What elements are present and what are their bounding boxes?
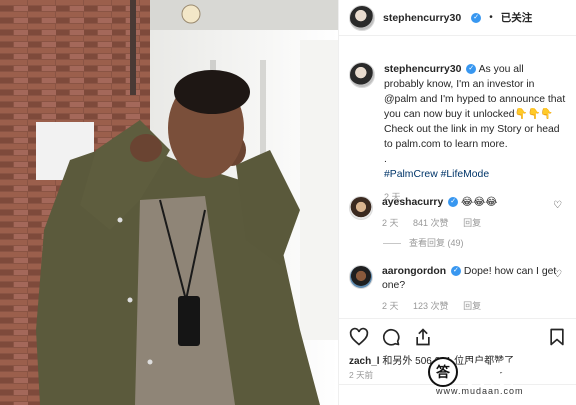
comment-like-heart-icon[interactable]: ♡ <box>553 200 562 211</box>
verified-badge-icon: ✓ <box>450 266 461 277</box>
verified-badge-icon: ✓ <box>471 12 482 23</box>
comment-text: 😂😂😂 <box>461 197 498 208</box>
comment-like-heart-icon[interactable]: ♡ <box>553 269 562 280</box>
site-watermark: 答 答案 <box>428 354 516 389</box>
post-actions <box>339 318 576 354</box>
heart-icon[interactable] <box>349 327 369 347</box>
caption-username[interactable]: stephencurry30 <box>384 64 461 75</box>
verified-badge-icon: ✓ <box>466 64 477 75</box>
caption-avatar[interactable] <box>349 62 375 88</box>
post-sidebar: stephencurry30 ✓ • 已关注 stephencurry30 ✓ … <box>338 0 576 405</box>
header-separator: • <box>489 12 493 23</box>
comment-likes[interactable]: 841 次赞 <box>413 218 449 228</box>
caption-hashtags[interactable]: #PalmCrew #LifeMode <box>384 167 566 182</box>
bookmark-icon[interactable] <box>547 327 567 347</box>
caption-dot: . <box>384 154 387 165</box>
post-photo <box>0 0 338 405</box>
watermark-text: 答案 <box>464 361 516 389</box>
watermark-url: www.mudaan.com <box>436 386 524 396</box>
comment-time: 2 天 <box>382 218 399 228</box>
post-timestamp: 2 天前 <box>349 370 374 380</box>
share-icon[interactable] <box>413 327 433 347</box>
following-button[interactable]: 已关注 <box>501 10 533 25</box>
watermark-logo-icon: 答 <box>428 356 458 387</box>
comment-item: aarongordon ✓ Dope! how can I get one? 2… <box>339 265 576 313</box>
header-username[interactable]: stephencurry30 <box>383 12 461 24</box>
comment-item: ayeshacurry ✓ 😂😂😂 2 天 841 次赞 回复 <box>339 196 576 230</box>
comment-avatar[interactable] <box>349 196 373 220</box>
post-caption: stephencurry30 ✓ As you all probably kno… <box>339 36 576 205</box>
comment-avatar[interactable] <box>349 265 373 289</box>
comment-time: 2 天 <box>382 301 399 311</box>
reply-button[interactable]: 回复 <box>463 218 481 228</box>
likes-first-user[interactable]: zach_l <box>349 356 380 367</box>
comment-icon[interactable] <box>381 327 401 347</box>
comment-username[interactable]: ayeshacurry <box>382 197 443 208</box>
comment-username[interactable]: aarongordon <box>382 266 446 277</box>
post-header: stephencurry30 ✓ • 已关注 <box>339 0 576 36</box>
avatar[interactable] <box>349 4 375 31</box>
view-replies-button[interactable]: 查看回复 (49) <box>383 236 464 249</box>
verified-badge-icon: ✓ <box>448 197 459 208</box>
caption-text: As you all probably know, I'm an investo… <box>384 64 566 150</box>
reply-button[interactable]: 回复 <box>463 301 481 311</box>
photo-scene <box>0 0 338 405</box>
comment-likes[interactable]: 123 次赞 <box>413 301 449 311</box>
